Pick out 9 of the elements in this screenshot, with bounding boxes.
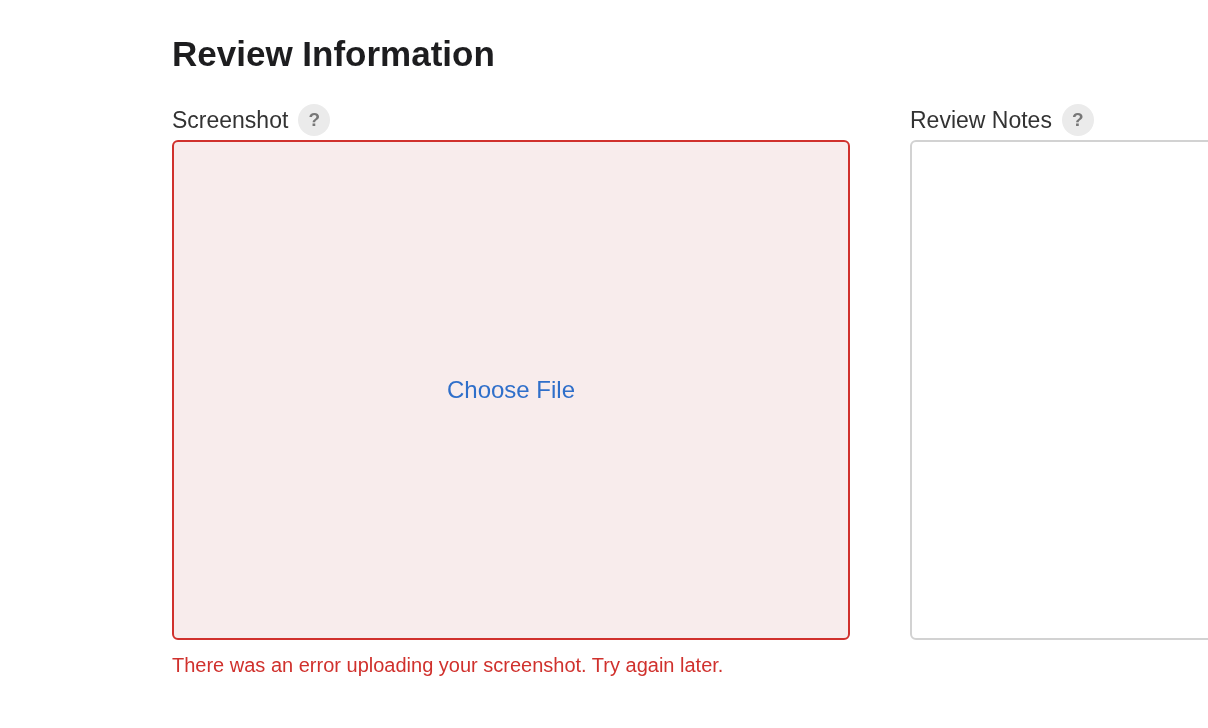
help-button[interactable]: ?: [298, 104, 331, 136]
field-label: Screenshot: [172, 106, 289, 134]
file-drop-zone[interactable]: Choose File: [172, 140, 850, 640]
error-message: There was an error uploading your screenshot. Try again later.: [172, 654, 725, 677]
field-label: Review Notes: [910, 106, 1052, 134]
choose-file-link[interactable]: Choose File: [442, 374, 580, 406]
notes-field[interactable]: [910, 140, 1208, 640]
help-button[interactable]: ?: [1061, 104, 1094, 136]
section-heading: Review Information: [172, 33, 496, 75]
